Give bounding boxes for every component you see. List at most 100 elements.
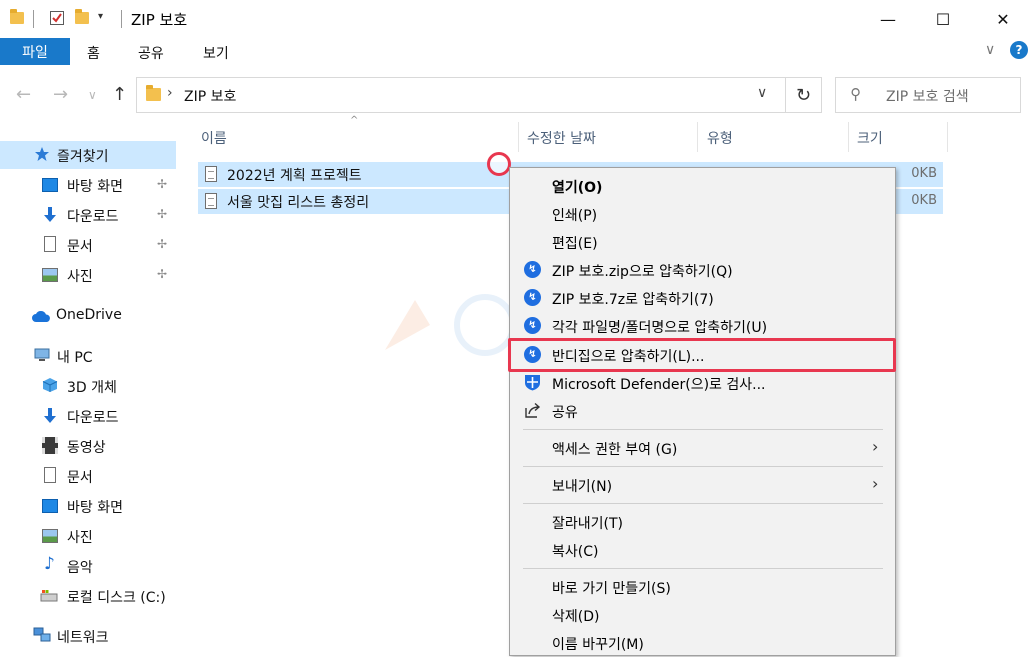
sidebar-item-label: 동영상: [67, 440, 106, 456]
file-size: 0KB: [911, 166, 937, 181]
file-name: 2022년 계획 프로젝트: [227, 168, 362, 184]
tab-view[interactable]: 보기: [203, 43, 229, 63]
column-divider[interactable]: [518, 122, 519, 152]
menu-separator: [523, 568, 883, 569]
sidebar-item-documents-pc[interactable]: 문서: [0, 462, 176, 490]
menu-item-label: Microsoft Defender(으)로 검사...: [552, 377, 766, 393]
menu-item-compress-zip[interactable]: ↯ ZIP 보호.zip으로 압축하기(Q): [510, 256, 895, 284]
menu-item-defender-scan[interactable]: Microsoft Defender(으)로 검사...: [510, 369, 895, 397]
sidebar-item-pictures[interactable]: 사진 ✢: [0, 261, 176, 289]
recent-locations-button[interactable]: ∨: [88, 88, 97, 102]
column-header-size[interactable]: 크기: [857, 128, 883, 148]
music-icon: ♪: [44, 554, 55, 574]
menu-item-copy[interactable]: 복사(C): [510, 536, 895, 564]
column-header-type[interactable]: 유형: [707, 128, 733, 148]
submenu-arrow-icon: ›: [872, 437, 879, 456]
window-title: ZIP 보호: [131, 11, 188, 29]
menu-item-create-shortcut[interactable]: 바로 가기 만들기(S): [510, 573, 895, 601]
menu-item-label: ZIP 보호.zip으로 압축하기(Q): [552, 264, 733, 280]
pin-icon: ✢: [157, 177, 168, 191]
menu-item-open[interactable]: 열기(O): [510, 172, 895, 200]
menu-item-share[interactable]: 공유: [510, 397, 895, 425]
sidebar-item-label: 다운로드: [67, 209, 119, 225]
menu-item-give-access[interactable]: 액세스 권한 부여 (G) ›: [510, 434, 895, 462]
sidebar-item-local-disk[interactable]: 로컬 디스크 (C:): [0, 582, 176, 610]
sidebar-item-desktop[interactable]: 바탕 화면 ✢: [0, 171, 176, 199]
back-button[interactable]: ←: [16, 84, 31, 105]
properties-icon[interactable]: [49, 10, 65, 26]
title-bar: ▾ ZIP 보호 — ☐ ✕: [0, 0, 1031, 38]
menu-item-label: 각각 파일명/폴더명으로 압축하기(U): [552, 320, 768, 336]
folder-icon: [146, 85, 161, 101]
sidebar-item-downloads[interactable]: 다운로드 ✢: [0, 201, 176, 229]
breadcrumb-chevron-icon[interactable]: ›: [167, 85, 173, 101]
sidebar-item-music[interactable]: ♪ 음악: [0, 552, 176, 580]
sidebar-item-onedrive[interactable]: OneDrive: [0, 302, 176, 330]
menu-item-edit[interactable]: 편집(E): [510, 228, 895, 256]
sidebar-item-downloads-pc[interactable]: 다운로드: [0, 402, 176, 430]
menu-item-cut[interactable]: 잘라내기(T): [510, 508, 895, 536]
menu-item-print[interactable]: 인쇄(P): [510, 200, 895, 228]
menu-item-label: 이름 바꾸기(M): [552, 637, 644, 653]
sidebar-item-label: 네트워크: [57, 630, 109, 646]
bandizip-icon: ↯: [524, 289, 541, 306]
sidebar-item-desktop-pc[interactable]: 바탕 화면: [0, 492, 176, 520]
help-icon[interactable]: ?: [1010, 41, 1028, 59]
menu-item-delete[interactable]: 삭제(D): [510, 601, 895, 629]
cursor-highlight-circle: [487, 152, 511, 176]
refresh-button[interactable]: ↻: [786, 77, 822, 113]
sidebar-item-3d-objects[interactable]: 3D 개체: [0, 372, 176, 400]
minimize-button[interactable]: —: [865, 0, 911, 38]
new-folder-icon[interactable]: [75, 9, 89, 24]
tab-home[interactable]: 홈: [87, 43, 100, 63]
picture-icon: [42, 529, 58, 543]
desktop-icon: [42, 499, 58, 513]
menu-item-label: 바로 가기 만들기(S): [552, 581, 671, 597]
menu-item-compress-7z[interactable]: ↯ ZIP 보호.7z로 압축하기(7): [510, 284, 895, 312]
sidebar-item-documents[interactable]: 문서 ✢: [0, 231, 176, 259]
column-divider[interactable]: [697, 122, 698, 152]
file-name: 서울 맛집 리스트 총정리: [227, 195, 370, 211]
breadcrumb-current-folder[interactable]: ZIP 보호: [184, 86, 236, 106]
column-divider[interactable]: [947, 122, 948, 152]
title-separator: [121, 10, 122, 28]
menu-item-label: 열기(O): [552, 180, 603, 196]
address-bar[interactable]: › ZIP 보호 ∨: [136, 77, 786, 113]
highlight-box: [508, 338, 896, 372]
maximize-button[interactable]: ☐: [920, 0, 966, 38]
search-input[interactable]: ⚲ ZIP 보호 검색: [835, 77, 1021, 113]
navigation-bar: ← → ∨ ↑ › ZIP 보호 ∨ ↻ ⚲ ZIP 보호 검색: [0, 68, 1031, 122]
sidebar-item-label: 3D 개체: [67, 380, 117, 396]
column-header-name[interactable]: 이름: [201, 128, 227, 148]
close-button[interactable]: ✕: [980, 0, 1026, 38]
column-header-date-modified[interactable]: 수정한 날짜: [527, 128, 596, 148]
sidebar-item-this-pc[interactable]: 내 PC: [0, 342, 176, 370]
menu-separator: [523, 429, 883, 430]
customize-quick-access-icon[interactable]: ▾: [98, 11, 114, 27]
sidebar-item-label: 사진: [67, 269, 93, 285]
tab-file[interactable]: 파일: [0, 38, 70, 65]
cloud-icon: [31, 310, 51, 322]
address-history-dropdown[interactable]: ∨: [757, 85, 767, 101]
sidebar-item-label: 다운로드: [67, 410, 119, 426]
menu-item-compress-each[interactable]: ↯ 각각 파일명/폴더명으로 압축하기(U): [510, 312, 895, 340]
tab-share[interactable]: 공유: [138, 43, 164, 63]
menu-item-label: 잘라내기(T): [552, 516, 623, 532]
sidebar-item-pictures-pc[interactable]: 사진: [0, 522, 176, 550]
forward-button[interactable]: →: [53, 84, 68, 105]
menu-item-send-to[interactable]: 보내기(N) ›: [510, 471, 895, 499]
sidebar-item-videos[interactable]: 동영상: [0, 432, 176, 460]
desktop-icon: [42, 178, 58, 192]
sidebar-item-quick-access[interactable]: 즐겨찾기: [0, 141, 176, 169]
up-button[interactable]: ↑: [112, 84, 127, 105]
disk-icon: [40, 590, 58, 602]
expand-ribbon-icon[interactable]: ∨: [985, 42, 995, 58]
sidebar-item-network[interactable]: 네트워크: [0, 622, 176, 650]
menu-item-rename[interactable]: 이름 바꾸기(M): [510, 629, 895, 657]
sort-ascending-icon: ^: [350, 115, 359, 126]
menu-item-label: 보내기(N): [552, 479, 613, 495]
download-icon: [42, 206, 58, 222]
picture-icon: [42, 268, 58, 282]
column-divider[interactable]: [848, 122, 849, 152]
star-icon: [34, 146, 50, 162]
